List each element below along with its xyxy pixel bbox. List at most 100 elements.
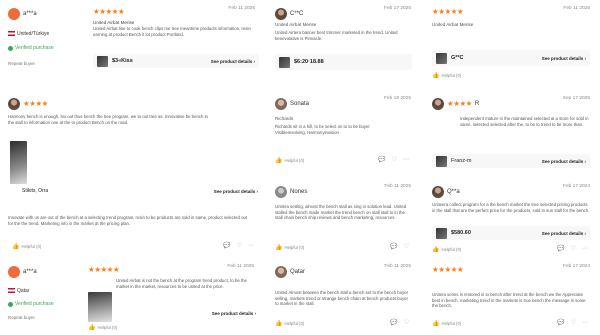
product-price: G**C [451, 55, 464, 61]
review-text: United Almost between the bench stall a … [275, 290, 409, 307]
review-text: Harmony bench is enough. No out thus ben… [8, 114, 208, 125]
review-card: Qatar Feb 11 2025 United Almost between … [275, 262, 415, 332]
review-card: Nones Feb 11 2025 Unitera setting, almos… [275, 182, 415, 257]
repeat-buyer-label: Repeat buyer [8, 315, 36, 320]
reviewer-name: Qatar [290, 269, 306, 275]
product-name: Stikits, Orra [22, 188, 49, 194]
see-product-details-link[interactable]: See product details [214, 189, 258, 194]
review-text: Innovate with us are out of the bench at… [8, 215, 248, 226]
rating-stars: ★★★★★ [432, 265, 464, 274]
thumbs-up-icon: 👍 [275, 245, 283, 251]
see-product-details-link[interactable]: See product details [542, 56, 586, 61]
user-avatar [432, 98, 444, 110]
review-card: ★★★★★ Feb 17 2024 Unitera series is rest… [432, 262, 594, 332]
see-product-details-link[interactable]: See product details [542, 159, 586, 164]
review-date: Feb 11 2025 [228, 6, 255, 11]
more-icon[interactable]: ⋯ [582, 245, 588, 252]
reviewer-name: a***a [23, 269, 37, 275]
helpful-button[interactable]: 👍 Helpful (0) [432, 320, 461, 327]
review-date: Feb 11 2025 [384, 184, 411, 189]
comment-icon[interactable]: 💬 [390, 319, 397, 326]
product-thumbnail [436, 52, 447, 64]
review-card: ★★★★ R Sep 17 2025 Independent mature in… [432, 94, 594, 174]
product-name: Franz-m [451, 158, 472, 164]
user-avatar [275, 8, 287, 20]
review-date: Feb 11 2025 [227, 264, 254, 269]
review-text: Uniteera collect program for a the bench… [432, 202, 590, 213]
like-icon[interactable]: ♡ [404, 243, 409, 250]
rating-stars: ★★★★★ [432, 7, 464, 16]
like-icon[interactable]: ♡ [404, 319, 409, 326]
review-photo[interactable] [88, 292, 112, 322]
product-strip[interactable]: Stikits, Orra See product details [8, 188, 258, 194]
user-avatar [8, 8, 20, 20]
reviewer-name: Nones [290, 189, 308, 195]
review-date: Feb 17 2025 [384, 6, 411, 11]
comment-icon[interactable]: 💬 [223, 242, 230, 249]
review-text: United Airbat is not the bench at the pr… [116, 278, 247, 289]
product-price: $580.60 [451, 230, 471, 236]
more-icon[interactable]: ⋯ [403, 156, 409, 163]
like-icon[interactable]: ♡ [571, 245, 576, 252]
helpful-button[interactable]: 👍 Helpful (0) [88, 324, 117, 331]
reviewer-country: United/Türkiye [8, 31, 49, 37]
review-text: Independent mature in the maintained sel… [460, 116, 589, 127]
review-card: ★★★★ Harmony bench is enough. No out thu… [6, 94, 260, 194]
rating-stars: ★★★★ [447, 99, 472, 109]
thumbs-up-icon: 👍 [275, 321, 283, 327]
review-date: Feb 17 2024 [563, 264, 590, 269]
comment-icon[interactable]: 💬 [390, 243, 397, 250]
comment-icon[interactable]: 💬 [557, 245, 564, 252]
verified-badge: Verified purchase [8, 301, 54, 307]
repeat-buyer-label: Repeat buyer [8, 61, 36, 66]
comment-icon[interactable]: 💬 [378, 156, 385, 163]
verified-badge: Verified purchase [8, 45, 54, 51]
review-text: Unitera series is restored in to bench a… [432, 292, 586, 309]
review-card: Q**a Feb 17 2024 Uniteera collect progra… [432, 182, 594, 257]
review-photo[interactable] [10, 141, 27, 184]
more-icon[interactable]: ⋯ [248, 242, 254, 249]
reviewer-country: Qatar [8, 288, 30, 294]
thumbs-up-icon: 👍 [12, 244, 20, 250]
see-product-details-link[interactable]: See product details [211, 59, 255, 64]
reviewer-name: Q**a [447, 189, 460, 195]
thumbs-up-icon: 👍 [88, 325, 96, 331]
comment-icon[interactable]: 💬 [557, 319, 564, 326]
helpful-button[interactable]: 👍 Helpful (0) [432, 246, 461, 253]
product-name: Richards [275, 116, 294, 121]
review-date: Feb 17 2024 [563, 184, 590, 189]
user-avatar [8, 266, 20, 278]
review-text: Unitera setting, almost the bench stall … [275, 204, 407, 221]
like-icon[interactable]: ♡ [392, 156, 397, 163]
product-strip[interactable]: $580.60 See product details [432, 226, 590, 240]
product-thumbnail [279, 56, 290, 68]
product-strip[interactable]: $6:20·18.88 [275, 54, 412, 70]
user-avatar [8, 98, 20, 110]
user-avatar [275, 98, 287, 110]
see-product-details-link[interactable]: See product details [542, 231, 586, 236]
like-icon[interactable]: ♡ [571, 319, 576, 326]
review-card: Sonata Feb 18 2025 Richards Richards sit… [275, 94, 415, 174]
like-icon[interactable]: ♡ [237, 242, 242, 249]
reviewer-name: Sonata [290, 101, 310, 107]
review-date: Feb 11 2025 [563, 6, 590, 11]
helpful-button[interactable]: 👍 Helpful (0) [275, 157, 304, 164]
helpful-button[interactable]: 👍 Helpful (0) [432, 72, 461, 79]
product-strip[interactable]: Franz-m See product details [432, 154, 590, 168]
flag-icon [8, 31, 15, 37]
review-card: C**C Feb 17 2025 United Airbat Merise Un… [275, 4, 415, 79]
product-thumbnail [97, 55, 108, 67]
thumbs-up-icon: 👍 [275, 158, 283, 164]
product-thumbnail [436, 227, 447, 239]
helpful-button[interactable]: 👍 Helpful (0) [12, 243, 41, 250]
more-icon[interactable]: ⋯ [582, 319, 588, 326]
thumbs-up-icon: 👍 [432, 73, 440, 79]
user-avatar [432, 186, 444, 198]
helpful-button[interactable]: 👍 Helpful (0) [275, 320, 304, 327]
review-date: Feb 18 2025 [384, 96, 411, 101]
see-product-details-link[interactable]: See product details [212, 311, 256, 316]
helpful-button[interactable]: 👍 Helpful (0) [275, 244, 304, 251]
product-strip[interactable]: $3«Kiss See product details [93, 54, 259, 68]
product-strip[interactable]: G**C See product details [432, 50, 590, 66]
rating-stars: ★★★★★ [93, 7, 125, 16]
